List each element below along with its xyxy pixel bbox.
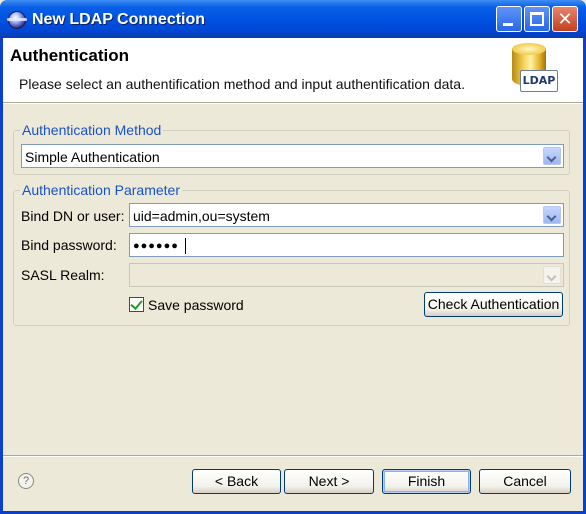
chevron-down-icon[interactable] [543, 206, 561, 224]
eclipse-app-icon [7, 11, 27, 29]
chevron-down-icon [543, 266, 561, 284]
ldap-database-icon: LDAP [508, 42, 558, 98]
sasl-realm-label: SASL Realm: [21, 267, 105, 283]
help-icon[interactable]: ? [18, 473, 34, 489]
page-title: Authentication [10, 46, 129, 65]
bind-password-label: Bind password: [21, 237, 117, 253]
back-button[interactable]: < Back [192, 469, 281, 494]
cylinder-top [512, 43, 546, 55]
bind-dn-label: Bind DN or user: [21, 208, 125, 224]
auth-method-group-label: Authentication Method [20, 122, 164, 138]
bind-dn-combo[interactable]: uid=admin,ou=system [129, 203, 564, 227]
finish-button[interactable]: Finish [382, 469, 471, 494]
header-separator [3, 102, 583, 104]
save-password-label[interactable]: Save password [148, 296, 244, 314]
bind-password-field[interactable]: ●●●●●● [129, 233, 564, 257]
maximize-icon [530, 12, 544, 26]
footer-separator [3, 455, 583, 457]
close-icon: ✕ [557, 9, 573, 29]
bind-password-value: ●●●●●● [133, 240, 179, 252]
minimize-icon [503, 23, 513, 26]
minimize-button[interactable] [496, 6, 522, 32]
ldap-icon-label: LDAP [520, 70, 558, 92]
auth-method-combo[interactable]: Simple Authentication [21, 144, 564, 168]
check-authentication-button[interactable]: Check Authentication [424, 292, 563, 317]
window-frame-left [0, 38, 3, 514]
close-button[interactable]: ✕ [552, 6, 578, 32]
cancel-button[interactable]: Cancel [479, 469, 571, 494]
next-button[interactable]: Next > [284, 469, 374, 494]
maximize-button[interactable] [524, 6, 550, 32]
window-title: New LDAP Connection [32, 11, 206, 28]
bind-dn-value: uid=admin,ou=system [133, 208, 270, 224]
auth-params-group-label: Authentication Parameter [20, 182, 182, 198]
chevron-down-icon[interactable] [543, 147, 561, 165]
page-description: Please select an authentification method… [19, 76, 465, 92]
text-cursor [185, 238, 186, 254]
sasl-realm-combo [129, 263, 564, 287]
auth-method-value: Simple Authentication [25, 149, 160, 165]
save-password-checkbox[interactable] [129, 297, 144, 312]
